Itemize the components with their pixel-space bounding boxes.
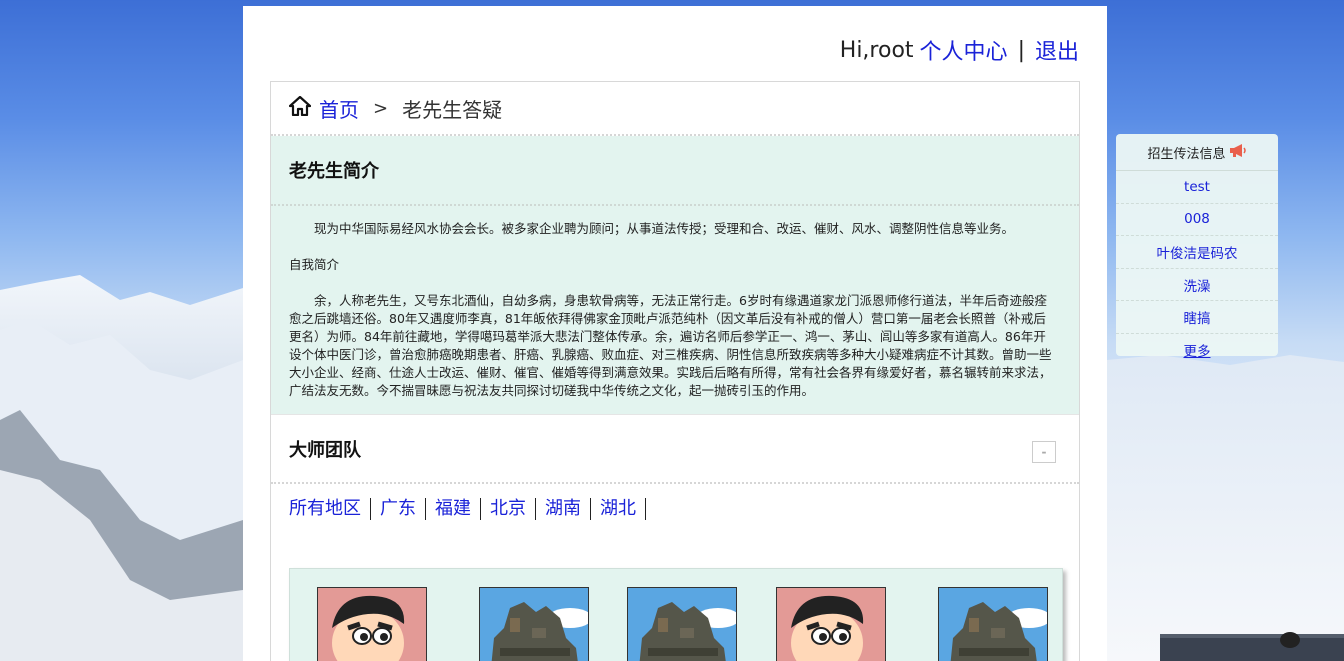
more-link-label[interactable]: 更多 (1184, 340, 1211, 360)
sidebar-item-label[interactable]: 瞎搞 (1184, 307, 1211, 327)
intro-paragraph-1: 现为中华国际易经风水协会会长。被多家企业聘为顾问；从事道法传授；受理和合、改运、… (314, 221, 1015, 236)
profile-link[interactable]: 个人中心 (920, 34, 1008, 66)
master-photo-cartoon[interactable] (317, 587, 427, 661)
intro-paragraph-2: 余，人称老先生，又号东北酒仙，自幼多病，身患软骨病等，无法正常行走。6岁时有缘遇… (289, 293, 1052, 398)
greeting-text: Hi,root (839, 37, 914, 63)
recruit-info-sidebar: 招生传法信息 test 008 叶俊洁是码农 洗澡 瞎搞 更多 (1116, 134, 1278, 360)
breadcrumb-arrow: > (373, 97, 389, 119)
region-filter: 所有地区 广东 福建 北京 湖南 湖北 (271, 484, 1079, 534)
breadcrumb-home-link[interactable]: 首页 (319, 94, 359, 123)
sidebar-title: 招生传法信息 (1147, 146, 1226, 162)
sidebar-item[interactable]: 洗澡 (1116, 269, 1278, 302)
sidebar-item-label[interactable]: test (1184, 179, 1210, 195)
master-cards (289, 568, 1063, 661)
region-all[interactable]: 所有地区 (289, 498, 371, 520)
sidebar-item[interactable]: test (1116, 171, 1278, 204)
user-bar: Hi,root 个人中心 | 退出 (840, 34, 1079, 66)
region-beijing[interactable]: 北京 (481, 498, 536, 520)
intro-body: 现为中华国际易经风水协会会长。被多家企业聘为顾问；从事道法传授；受理和合、改运、… (271, 206, 1079, 414)
region-fujian[interactable]: 福建 (426, 498, 481, 520)
logout-link[interactable]: 退出 (1035, 34, 1079, 66)
master-photo-castle[interactable] (479, 587, 589, 661)
home-icon[interactable] (288, 95, 312, 121)
sidebar-item[interactable]: 叶俊洁是码农 (1116, 236, 1278, 269)
region-hubei[interactable]: 湖北 (591, 498, 646, 520)
main-container: Hi,root 个人中心 | 退出 首页 > 老先生答疑 老先生简介 现为中华国… (243, 6, 1107, 661)
master-photo-cartoon[interactable] (776, 587, 886, 661)
sidebar-more-link[interactable]: 更多 (1116, 334, 1278, 367)
region-hunan[interactable]: 湖南 (536, 498, 591, 520)
region-guangdong[interactable]: 广东 (371, 498, 426, 520)
breadcrumb-current: 老先生答疑 (402, 97, 503, 122)
intro-section: 老先生简介 现为中华国际易经风水协会会长。被多家企业聘为顾问；从事道法传授；受理… (271, 136, 1079, 414)
sidebar-item-label[interactable]: 008 (1184, 211, 1210, 227)
sidebar-header: 招生传法信息 (1116, 134, 1278, 171)
sidebar-item[interactable]: 瞎搞 (1116, 301, 1278, 334)
breadcrumb: 首页 > 老先生答疑 (271, 82, 1079, 136)
team-title: 大师团队 (289, 439, 361, 461)
megaphone-icon (1229, 143, 1247, 162)
intro-title: 老先生简介 (271, 136, 1079, 206)
sidebar-item[interactable]: 008 (1116, 204, 1278, 237)
content-panel: 首页 > 老先生答疑 老先生简介 现为中华国际易经风水协会会长。被多家企业聘为顾… (270, 81, 1080, 661)
separator: | (1017, 37, 1025, 63)
team-section-header: 大师团队 - (271, 414, 1079, 484)
sidebar-item-label[interactable]: 叶俊洁是码农 (1157, 242, 1238, 262)
master-photo-castle[interactable] (938, 587, 1048, 661)
master-photo-castle[interactable] (627, 587, 737, 661)
intro-subtitle: 自我简介 (289, 257, 340, 272)
collapse-button[interactable]: - (1032, 441, 1056, 463)
sidebar-item-label[interactable]: 洗澡 (1184, 275, 1211, 295)
